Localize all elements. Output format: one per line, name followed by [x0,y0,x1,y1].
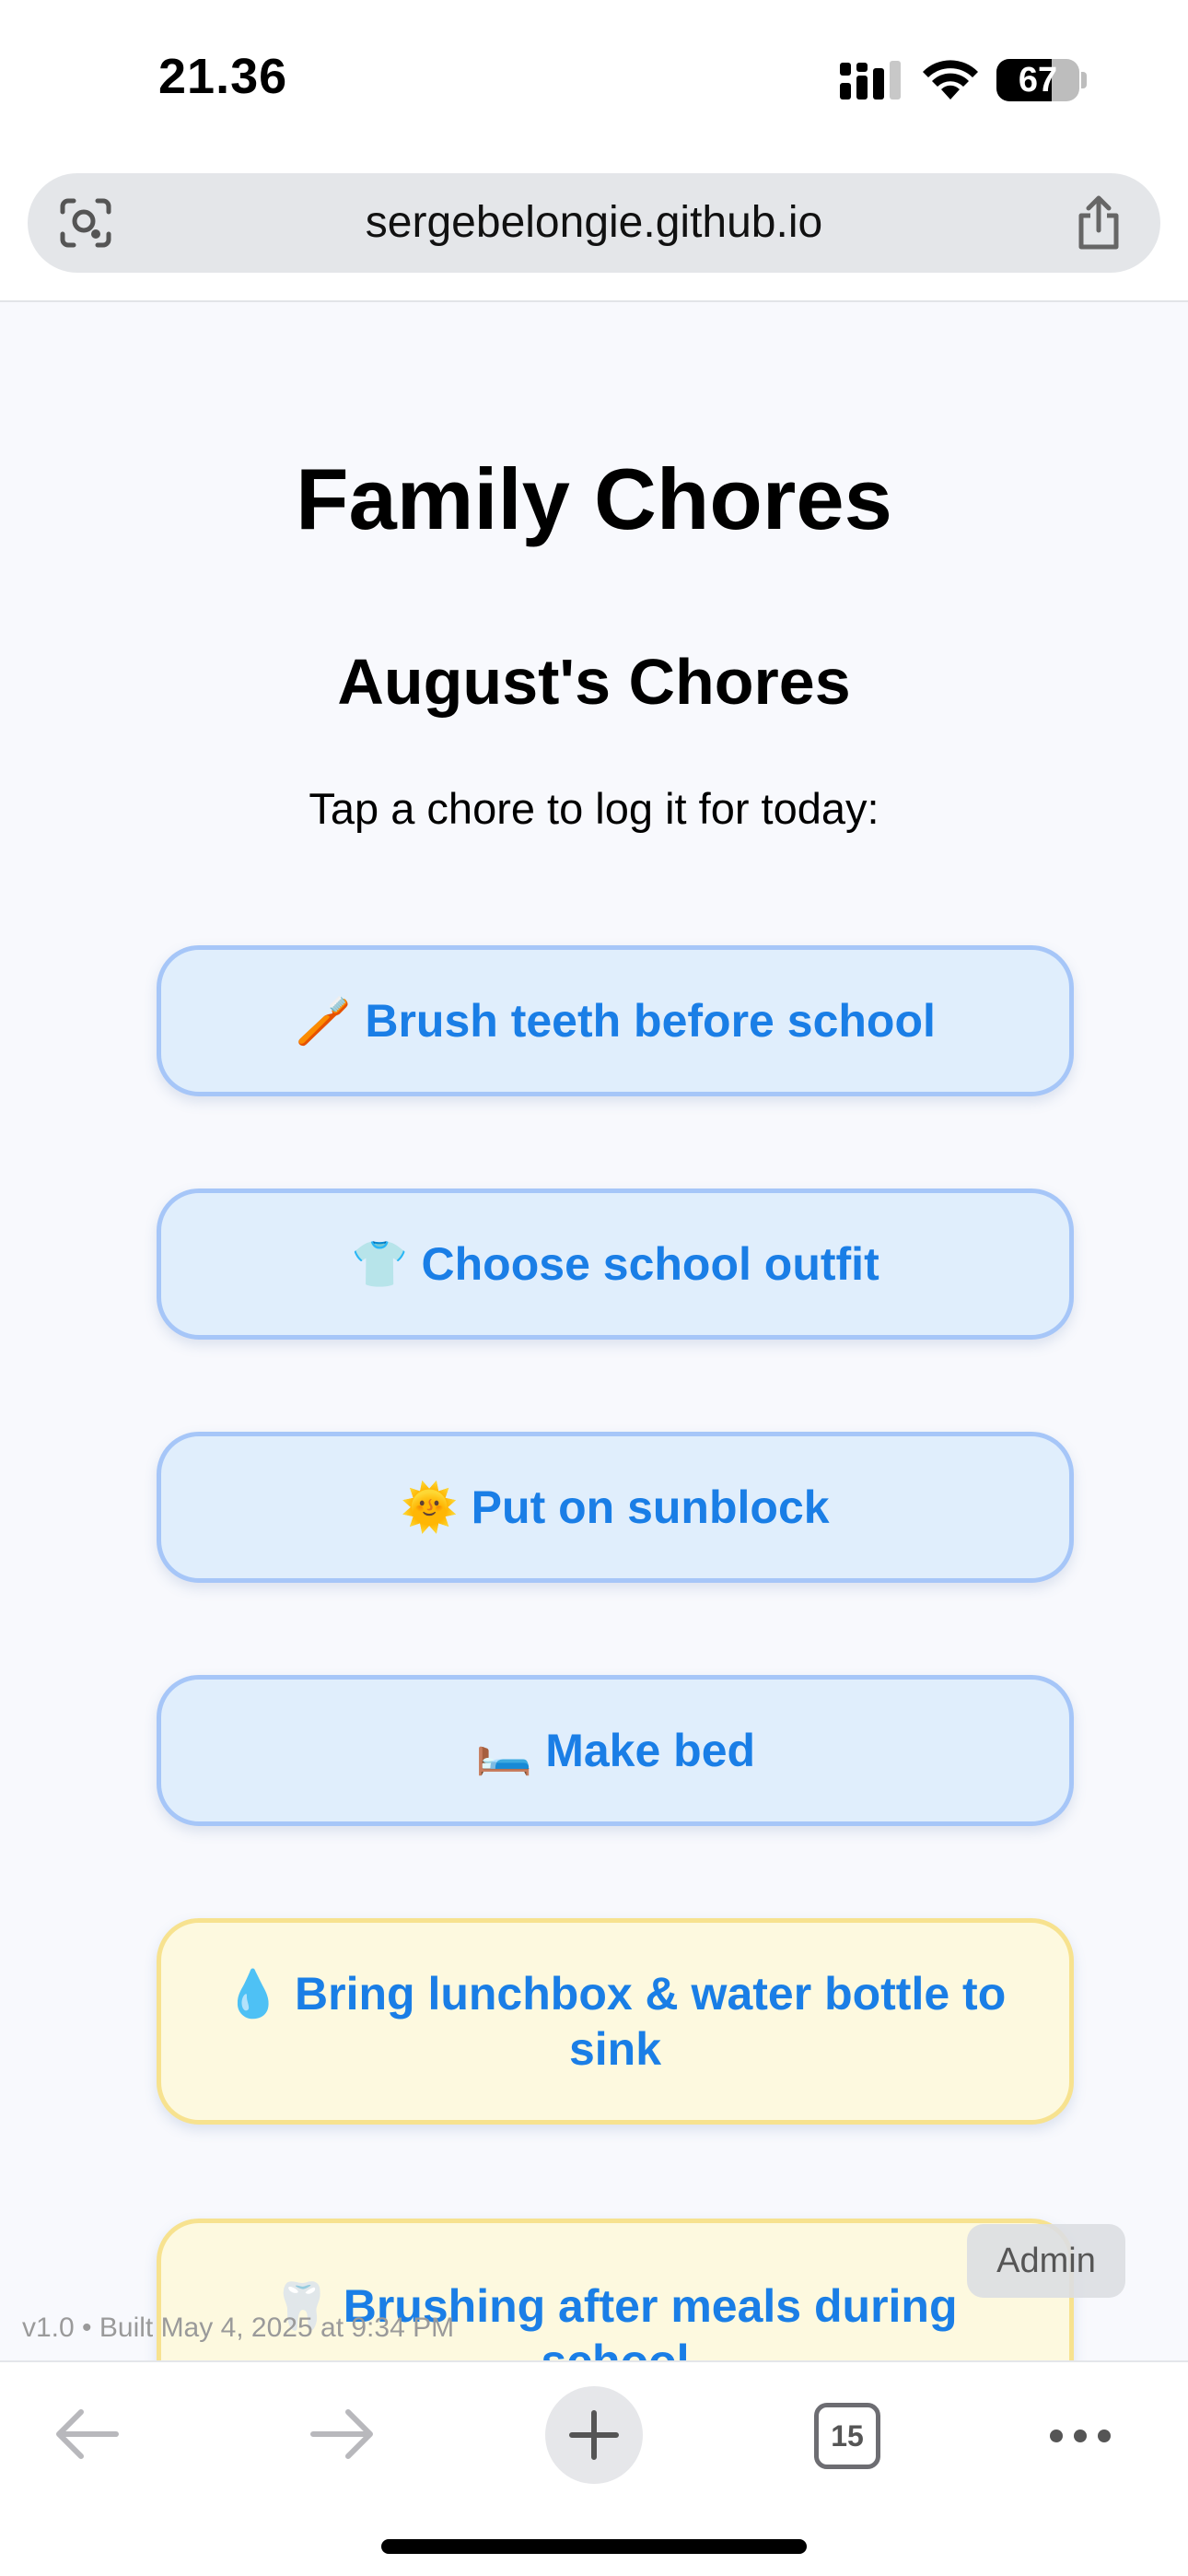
header-divider [0,300,1188,302]
share-icon[interactable] [1074,195,1124,251]
visual-lookup-icon[interactable] [59,197,112,249]
cellular-signal-icon [840,61,901,100]
chore-button-sunblock[interactable]: 🌞 Put on sunblock [157,1432,1074,1583]
chore-label: Put on sunblock [471,1481,830,1533]
status-bar: 21.36 67 [0,0,1188,166]
chore-label: Brush teeth before school [365,995,936,1047]
shirt-icon: 👕 [351,1238,409,1290]
wifi-icon [923,60,978,100]
battery-nub [1081,72,1087,88]
address-bar[interactable]: sergebelongie.github.io [28,173,1160,273]
new-tab-button[interactable] [545,2386,643,2484]
toothbrush-icon: 🪥 [295,995,353,1047]
home-indicator[interactable] [381,2539,807,2554]
status-time: 21.36 [158,49,288,104]
admin-button[interactable]: Admin [967,2224,1125,2298]
chore-label: Bring lunchbox & water bottle to sink [295,1968,1007,2075]
url-text[interactable]: sergebelongie.github.io [28,173,1160,273]
droplet-icon: 💧 [224,1968,283,2020]
back-arrow-icon[interactable] [53,2406,122,2462]
battery-percent: 67 [1018,61,1058,100]
bed-icon: 🛏️ [474,1725,533,1776]
chore-label: Choose school outfit [421,1238,879,1290]
forward-arrow-icon[interactable] [308,2406,376,2462]
chore-button-school-outfit[interactable]: 👕 Choose school outfit [157,1188,1074,1340]
battery-icon: 67 [996,59,1079,101]
plus-icon [569,2410,619,2460]
person-heading: August's Chores [337,646,851,718]
tabs-icon[interactable]: 15 [814,2403,880,2469]
sun-icon: 🌞 [401,1481,459,1533]
chore-button-make-bed[interactable]: 🛏️ Make bed [157,1675,1074,1826]
chore-button-brush-teeth[interactable]: 🪥 Brush teeth before school [157,945,1074,1096]
version-footer: v1.0 • Built May 4, 2025 at 9:34 PM [22,2313,455,2343]
more-icon[interactable] [1048,2427,1112,2445]
chore-label: Make bed [545,1725,756,1776]
chore-button-lunchbox[interactable]: 💧 Bring lunchbox & water bottle to sink [157,1918,1074,2125]
instruction-text: Tap a chore to log it for today: [309,784,879,833]
page-title: Family Chores [296,451,892,547]
